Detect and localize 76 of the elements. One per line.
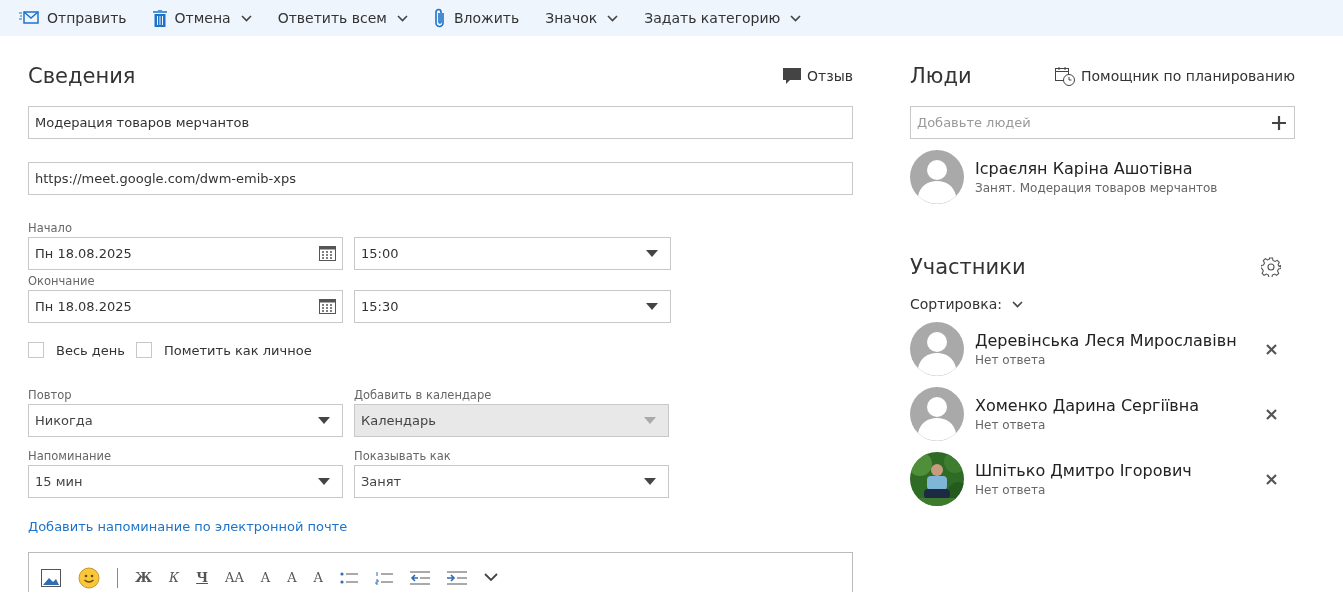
avatar-placeholder-icon: [910, 322, 964, 376]
caret-icon: [1011, 300, 1023, 308]
field-label: Напоминание: [28, 449, 113, 465]
field-label: Начало: [28, 221, 73, 237]
color-button[interactable]: A: [313, 570, 323, 585]
subject-field[interactable]: Модерация товаров мерчантов: [28, 106, 853, 139]
underline-button[interactable]: Ч: [196, 570, 208, 585]
plus-icon[interactable]: [1272, 116, 1286, 130]
bullet-list-icon[interactable]: [339, 570, 358, 585]
paperclip-icon: [433, 8, 446, 28]
trash-icon: [152, 9, 167, 27]
select-dropdown[interactable]: Занят: [354, 465, 669, 498]
chevron-down-icon[interactable]: [483, 573, 498, 582]
remove-icon[interactable]: [1266, 343, 1277, 355]
highlight-button[interactable]: A: [287, 570, 297, 585]
date-field[interactable]: Пн 18.08.2025: [28, 237, 343, 270]
person-status: Занят. Модерация товаров мерчантов: [975, 181, 1218, 195]
grow-font-button[interactable]: A: [260, 570, 271, 585]
emoji-icon[interactable]: [78, 566, 100, 589]
time-dropdown[interactable]: 15:00: [354, 237, 671, 270]
calendar-icon[interactable]: [319, 299, 336, 314]
select-dropdown[interactable]: Никогда: [28, 404, 343, 437]
attendee-name: Хоменко Дарина Сергіївна: [975, 396, 1201, 415]
scheduling-assistant-button[interactable]: Помощник по планированию: [1055, 66, 1295, 86]
toolbar-button[interactable]: Значок: [545, 10, 619, 26]
checkbox[interactable]: [136, 342, 152, 358]
feedback-button[interactable]: Отзыв: [783, 68, 853, 84]
dropdown-arrow-icon: [646, 303, 658, 310]
section-title: Участники: [910, 255, 1026, 279]
field-label: Показывать как: [354, 449, 452, 465]
remove-icon[interactable]: [1266, 408, 1277, 420]
field-label: Повтор: [28, 388, 73, 404]
indent-icon[interactable]: [446, 570, 467, 585]
checkbox[interactable]: [28, 342, 44, 358]
envelope-icon: [19, 11, 39, 25]
toolbar-button[interactable]: Задать категорию: [644, 10, 802, 26]
image-icon[interactable]: [41, 568, 61, 587]
add-email-reminder-link[interactable]: Добавить напоминание по электронной почте: [28, 519, 348, 534]
location-field[interactable]: https://meet.google.com/dwm-emib-xps: [28, 162, 853, 195]
dropdown-arrow-icon: [644, 478, 656, 485]
settings-icon[interactable]: [1261, 257, 1281, 277]
speech-bubble-icon: [783, 68, 802, 84]
font-size-button[interactable]: AA: [225, 570, 244, 585]
time-dropdown[interactable]: 15:30: [354, 290, 671, 323]
bold-button[interactable]: Ж: [135, 570, 153, 585]
dropdown-arrow-icon: [318, 417, 330, 424]
toolbar-button[interactable]: Ответить всем: [277, 10, 408, 26]
section-title: Люди: [910, 64, 972, 88]
checkbox-option[interactable]: Весь день: [28, 342, 125, 358]
outdent-icon[interactable]: [409, 570, 430, 585]
avatar-placeholder-icon: [910, 387, 964, 441]
calendar-clock-icon: [1055, 66, 1075, 86]
calendar-icon[interactable]: [319, 246, 336, 261]
toolbar-button[interactable]: Отправить: [19, 10, 127, 26]
toolbar-button[interactable]: Отмена: [152, 9, 252, 27]
field-label: Добавить в календаре: [354, 388, 493, 404]
section-title: Сведения: [28, 64, 136, 88]
avatar-placeholder-icon: [910, 150, 964, 204]
attendee-name: Шпітько Дмитро Ігорович: [975, 461, 1193, 480]
dropdown-arrow-icon: [646, 250, 658, 257]
person-name: Ісраєлян Каріна Ашотівна: [975, 159, 1194, 178]
sort-dropdown[interactable]: Сортировка:: [910, 296, 1023, 312]
dropdown-arrow-icon: [318, 478, 330, 485]
date-field[interactable]: Пн 18.08.2025: [28, 290, 343, 323]
field-label: Окончание: [28, 274, 96, 290]
response-status: Нет ответа: [975, 418, 1047, 432]
dropdown-arrow-icon: [644, 417, 656, 424]
italic-button[interactable]: К: [169, 570, 180, 585]
attendee-name: Деревінська Леся Мирославівн: [975, 331, 1238, 350]
toolbar-button[interactable]: Вложить: [433, 8, 520, 28]
checkbox-option[interactable]: Пометить как личное: [136, 342, 312, 358]
remove-icon[interactable]: [1266, 473, 1277, 485]
select-dropdown[interactable]: 15 мин: [28, 465, 343, 498]
response-status: Нет ответа: [975, 483, 1047, 497]
response-status: Нет ответа: [975, 353, 1047, 367]
add-people-field[interactable]: Добавьте людей: [910, 106, 1295, 139]
